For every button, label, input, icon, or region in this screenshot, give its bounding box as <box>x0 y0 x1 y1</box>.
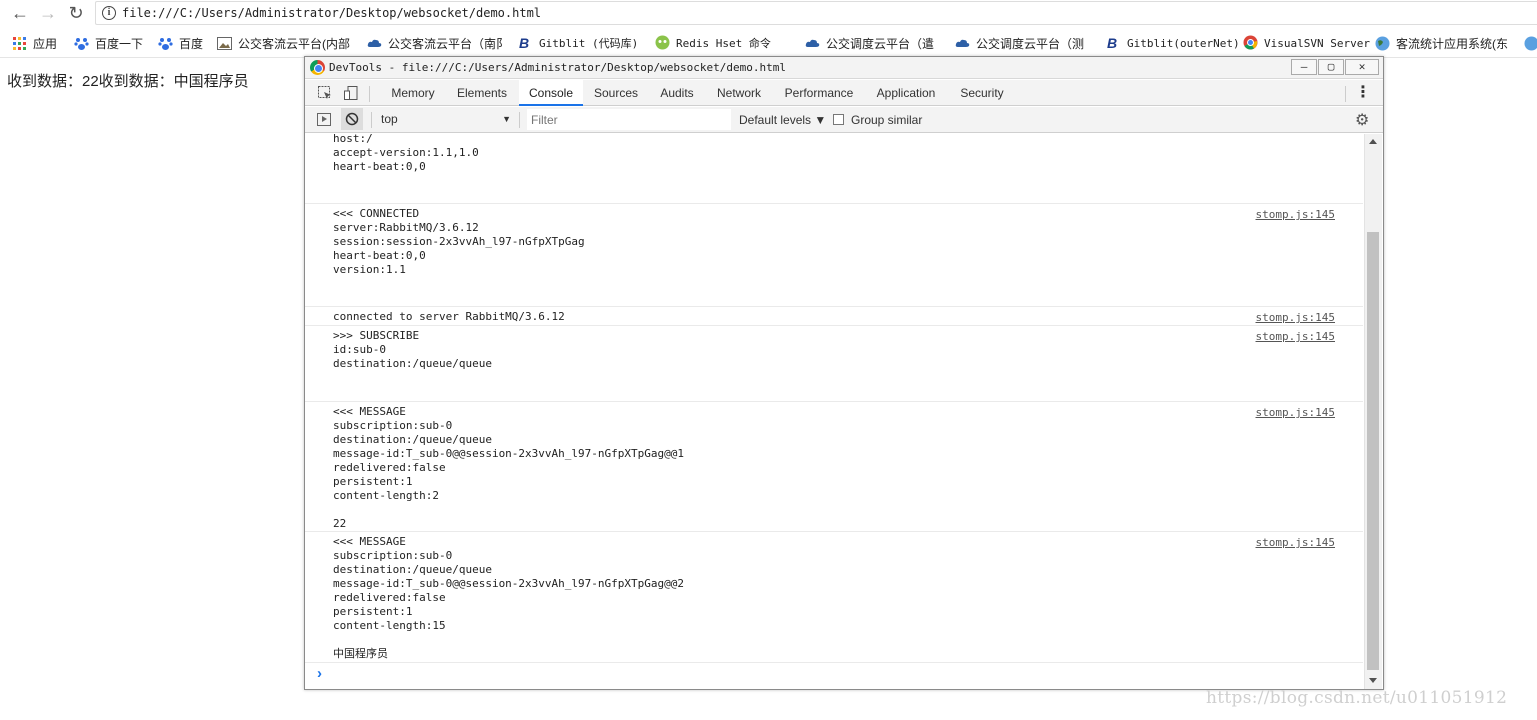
apps-grid-icon <box>12 36 27 51</box>
minimize-button[interactable]: — <box>1291 59 1317 75</box>
inspect-element-icon[interactable] <box>315 80 335 106</box>
console-scrollbar[interactable] <box>1364 134 1382 689</box>
console-message: <<< MESSAGE subscription:sub-0 destinati… <box>305 531 1363 662</box>
source-link[interactable]: stomp.js:145 <box>1256 406 1335 420</box>
prompt-chevron-icon: › <box>317 665 322 682</box>
cloud-icon <box>955 36 970 51</box>
toolbar-separator <box>371 112 372 128</box>
filter-input[interactable] <box>527 109 731 130</box>
maximize-button[interactable]: ▢ <box>1318 59 1344 75</box>
group-similar-checkbox[interactable] <box>833 114 844 125</box>
bookmark-gitblit[interactable]: B Gitblit (代码库) <box>518 34 638 54</box>
globe-icon <box>1375 36 1390 51</box>
image-icon <box>217 36 232 51</box>
tab-network[interactable]: Network <box>711 80 767 106</box>
gear-icon[interactable]: ⚙ <box>1355 110 1369 130</box>
group-similar-label: Group similar <box>851 113 923 127</box>
gitblit-icon: B <box>518 35 533 51</box>
console-message: >>> SUBSCRIBE id:sub-0 destination:/queu… <box>305 325 1363 401</box>
globe-icon <box>1524 36 1537 51</box>
tab-separator <box>1345 86 1346 102</box>
console-message: connected to server RabbitMQ/3.6.12 stom… <box>305 306 1363 325</box>
scroll-down-arrow-icon[interactable] <box>1369 678 1377 683</box>
console-message: host:/ accept-version:1.1,1.0 heart-beat… <box>333 134 479 173</box>
bookmark-gitblit-outernet[interactable]: B Gitblit(outerNet) <box>1106 34 1240 54</box>
url-text: file:///C:/Users/Administrator/Desktop/w… <box>122 6 542 20</box>
bookmark-baidu[interactable]: 百度 <box>158 34 203 54</box>
bookmark-passenger-stats[interactable]: 客流统计应用系统(东 <box>1375 34 1508 54</box>
url-input[interactable]: i file:///C:/Users/Administrator/Desktop… <box>95 1 1537 25</box>
page-received-text: 收到数据：22收到数据：中国程序员 <box>7 73 249 90</box>
console-prompt-input[interactable]: › <box>305 662 1363 686</box>
scroll-up-arrow-icon[interactable] <box>1369 139 1377 144</box>
tab-security[interactable]: Security <box>955 80 1009 106</box>
baidu-paw-icon <box>158 36 173 51</box>
devtools-title-bar: DevTools - file:///C:/Users/Administrato… <box>305 57 1383 79</box>
source-link[interactable]: stomp.js:145 <box>1256 536 1335 550</box>
bookmark-apps[interactable]: 应用 <box>12 34 57 54</box>
console-toolbar: top ▼ Default levels ▼ Group similar ⚙ <box>305 107 1383 133</box>
bookmark-bus-dispatch-cloud[interactable]: 公交调度云平台（遣 <box>805 34 934 54</box>
tab-elements[interactable]: Elements <box>451 80 513 106</box>
devtools-window: DevTools - file:///C:/Users/Administrato… <box>304 56 1384 690</box>
toolbar-separator <box>519 112 520 128</box>
source-link[interactable]: stomp.js:145 <box>1256 208 1335 222</box>
cloud-icon <box>805 36 820 51</box>
close-button[interactable]: ✕ <box>1345 59 1379 75</box>
tab-console[interactable]: Console <box>519 80 583 106</box>
tab-audits[interactable]: Audits <box>653 80 701 106</box>
clear-console-button[interactable] <box>341 108 363 130</box>
chrome-icon <box>310 60 325 75</box>
bookmarks-bar: 应用 百度一下 百度 公交客流云平台(内部 公交客流云平台（南阝 B Gitbli… <box>0 30 1537 58</box>
scrollbar-thumb[interactable] <box>1367 232 1379 670</box>
bookmark-overflow[interactable] <box>1524 34 1537 54</box>
baidu-paw-icon <box>74 36 89 51</box>
dropdown-arrow-icon: ▼ <box>502 114 511 124</box>
svg-text:B: B <box>519 35 529 50</box>
bookmark-bus-dispatch-test[interactable]: 公交调度云平台（测 <box>955 34 1084 54</box>
tab-sources[interactable]: Sources <box>589 80 643 106</box>
cloud-icon <box>367 36 382 51</box>
sidebar-toggle-icon[interactable] <box>317 113 331 126</box>
console-message: <<< MESSAGE subscription:sub-0 destinati… <box>305 401 1363 531</box>
device-toolbar-icon[interactable] <box>341 80 361 106</box>
bookmark-baidu-yixia[interactable]: 百度一下 <box>74 34 143 54</box>
tab-performance[interactable]: Performance <box>781 80 857 106</box>
info-icon[interactable]: i <box>102 6 116 20</box>
runoob-icon <box>655 35 670 50</box>
console-output: host:/ accept-version:1.1,1.0 heart-beat… <box>305 134 1363 689</box>
reload-icon[interactable]: ↻ <box>64 2 88 24</box>
svg-text:B: B <box>1107 35 1117 50</box>
tab-separator <box>369 86 370 102</box>
gitblit-icon: B <box>1106 35 1121 51</box>
default-levels-dropdown[interactable]: Default levels ▼ <box>739 107 826 133</box>
bookmark-visualsvn[interactable]: VisualSVN Server <box>1243 34 1370 54</box>
tab-application[interactable]: Application <box>871 80 941 106</box>
devtools-title: DevTools - file:///C:/Users/Administrato… <box>329 61 786 74</box>
forward-arrow-icon[interactable]: → <box>36 2 60 24</box>
back-arrow-icon[interactable]: ← <box>8 2 32 24</box>
bookmark-passenger-cloud-south[interactable]: 公交客流云平台（南阝 <box>367 34 508 54</box>
devtools-tab-bar: Memory Elements Console Sources Audits N… <box>305 80 1383 106</box>
more-options-icon[interactable]: ⋮ <box>1355 80 1371 106</box>
address-bar-area: ← → ↻ i file:///C:/Users/Administrator/D… <box>0 0 1537 28</box>
console-message: <<< CONNECTED server:RabbitMQ/3.6.12 ses… <box>305 203 1363 306</box>
bookmark-passenger-cloud-internal[interactable]: 公交客流云平台(内部 <box>217 34 350 54</box>
source-link[interactable]: stomp.js:145 <box>1256 330 1335 344</box>
chrome-icon <box>1243 35 1258 50</box>
tab-memory[interactable]: Memory <box>383 80 443 106</box>
watermark-text: https://blog.csdn.net/u011051912 <box>1206 688 1508 708</box>
bookmark-redis-hset[interactable]: Redis Hset 命令 <box>655 34 771 54</box>
source-link[interactable]: stomp.js:145 <box>1256 311 1335 325</box>
context-selector[interactable]: top ▼ <box>379 108 513 130</box>
